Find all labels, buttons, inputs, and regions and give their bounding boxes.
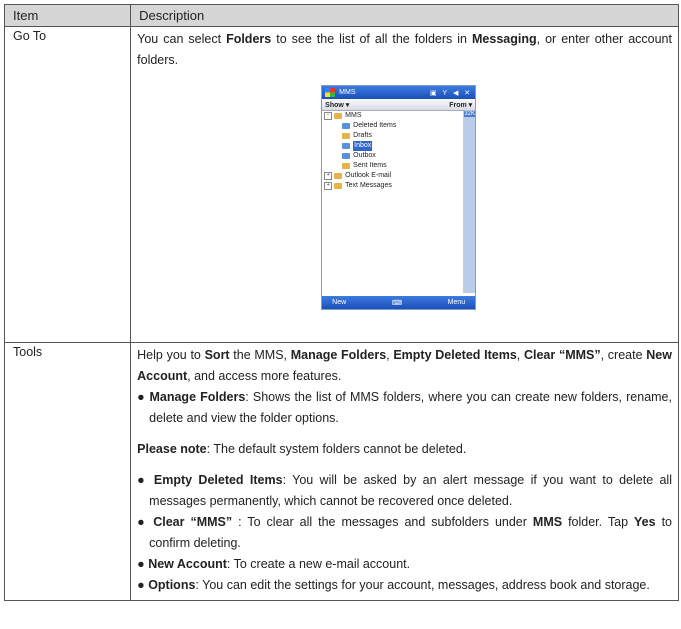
tree-item: Deleted Items (322, 121, 463, 131)
table-row: Tools Help you to Sort the MMS, Manage F… (3, 342, 679, 601)
tree-item: + Outlook E-mail (322, 171, 463, 181)
help-table: Item Description Go To You can select Fo… (3, 4, 679, 601)
tree-item: + Text Messages (322, 181, 463, 191)
tools-intro: Help you to Sort the MMS, Manage Folders… (137, 348, 672, 383)
description-goto: You can select Folders to see the list o… (130, 26, 679, 343)
table-row: Go To You can select Folders to see the … (3, 26, 679, 343)
description-tools: Help you to Sort the MMS, Manage Folders… (130, 342, 679, 601)
tree-item: Outbox (322, 151, 463, 161)
phone-softkey-bar: New ⌨ Menu (322, 296, 476, 309)
phone-title-bar: MMS ▣ Y ◀ ✕ (322, 86, 476, 99)
tree-item: Sent Items (322, 161, 463, 171)
table-header-row: Item Description (3, 4, 679, 27)
bullet-clear-mms: ● Clear “MMS” : To clear all the message… (137, 515, 673, 550)
phone-title: MMS (339, 89, 356, 96)
note-text: Please note: The default system folders … (137, 442, 467, 456)
tree-item: Drafts (322, 131, 463, 141)
phone-screenshot: MMS ▣ Y ◀ ✕ Show ▾ From ▾ − MMS Deleted I… (321, 85, 477, 310)
menu-softkey: Menu (447, 299, 466, 306)
new-softkey: New (332, 299, 347, 306)
phone-side-panel: 32K (464, 111, 476, 293)
phone-menu-bar: Show ▾ From ▾ (322, 99, 476, 111)
header-description: Description (130, 4, 679, 27)
bullet-options: ● Options: You can edit the settings for… (137, 578, 650, 592)
phone-body: − MMS Deleted Items Drafts Inbox Outbox S… (322, 111, 476, 294)
show-menu: Show ▾ (325, 101, 350, 109)
tree-item: Inbox (322, 141, 463, 151)
windows-flag-icon (325, 88, 336, 97)
bullet-manage-folders: ● Manage Folders: Shows the list of MMS … (137, 390, 672, 425)
status-icons: ▣ Y ◀ ✕ (430, 89, 473, 97)
header-item: Item (3, 4, 132, 27)
folder-tree: − MMS Deleted Items Drafts Inbox Outbox S… (322, 111, 465, 293)
item-goto: Go To (3, 26, 132, 343)
item-tools: Tools (3, 342, 132, 601)
bullet-new-account: ● New Account: To create a new e-mail ac… (137, 557, 411, 571)
tree-item: − MMS (322, 111, 463, 121)
from-menu: From ▾ (449, 101, 473, 109)
keyboard-icon: ⌨ (391, 299, 402, 307)
goto-text: You can select Folders to see the list o… (137, 32, 672, 67)
bullet-empty-deleted: ● Empty Deleted Items: You will be asked… (137, 473, 672, 508)
